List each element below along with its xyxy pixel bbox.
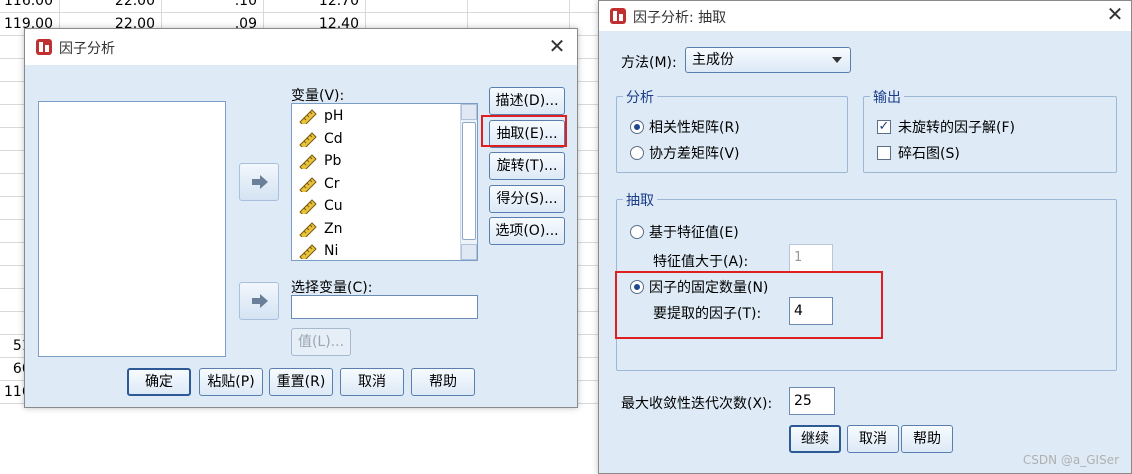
variables-scrollbar[interactable] [460,104,477,260]
move-to-variables-button[interactable] [239,163,279,201]
right-arrow-icon [252,294,268,308]
help-button[interactable]: 帮助 [901,425,953,453]
max-iterations-label: 最大收敛性迭代次数(X): [621,396,773,412]
title-bar: 因子分析: 抽取 ✕ [599,1,1131,31]
dialog-title: 因子分析 [59,41,115,57]
continue-button[interactable]: 继续 [789,425,841,453]
close-icon[interactable]: ✕ [545,35,569,59]
output-group-title: 输出 [870,87,904,107]
variable-name: Cr [324,175,340,192]
variables-label: 变量(V): [291,88,345,104]
table-cell-empty[interactable] [366,0,468,13]
help-button[interactable]: 帮助 [411,368,475,396]
title-bar: 因子分析 ✕ [25,29,577,65]
output-group: 输出 ✓ 未旋转的因子解(F) 碎石图(S) [863,87,1117,173]
scroll-up-icon[interactable] [461,104,477,120]
eigenvalue-radio[interactable] [630,225,644,239]
variables-list[interactable]: pH Cd Pb Cr Cu Zn Ni [291,103,478,261]
max-iterations-value: 25 [794,393,812,409]
cancel-button[interactable]: 取消 [847,425,899,453]
eigenvalue-threshold-field: 1 [789,244,833,272]
selection-variable-field[interactable] [291,295,478,319]
analysis-group: 分析 相关性矩阵(R) 协方差矩阵(V) [616,87,848,173]
move-to-selection-button[interactable] [239,282,279,320]
value-button: 值(L)... [291,328,351,356]
method-value: 主成份 [692,52,734,68]
factor-analysis-dialog: 因子分析 ✕ 变量(V): pH Cd Pb Cr Cu Zn Ni 选择变量(C): 值(… [24,28,578,408]
fixed-factors-highlight-box [615,271,883,339]
reset-button[interactable]: 重置(R) [269,368,333,396]
table-cell[interactable]: .10 [162,0,264,13]
scree-plot-label: 碎石图(S) [898,146,960,162]
correlation-matrix-label: 相关性矩阵(R) [649,120,740,136]
scale-ruler-icon [299,131,317,147]
variable-name: pH [324,108,344,124]
eigenvalue-threshold-label: 特征值大于(A): [653,254,749,270]
selection-variable-label: 选择变量(C): [291,280,373,296]
right-arrow-icon [252,175,268,189]
table-cell[interactable]: 116.00 [0,0,60,13]
scroll-down-icon[interactable] [461,244,477,260]
scale-ruler-icon [299,109,317,124]
extract-highlight-box [481,115,567,147]
close-icon[interactable]: ✕ [1103,3,1127,27]
variable-name: Cu [324,198,343,214]
scale-ruler-icon [299,244,317,259]
rotate-button[interactable]: 旋转(T)... [489,152,565,180]
variable-name: Zn [324,220,343,237]
spss-app-icon [610,8,626,24]
chevron-down-icon [832,57,842,63]
eigenvalue-option-label: 基于特征值(E) [649,225,739,241]
covariance-matrix-label: 协方差矩阵(V) [649,146,740,162]
max-iterations-field[interactable]: 25 [789,387,835,415]
scores-button[interactable]: 得分(S)... [489,184,565,213]
watermark: CSDN @a_GISer [1022,453,1119,467]
describe-button[interactable]: 描述(D)... [489,87,565,115]
table-cell-empty[interactable] [468,0,570,13]
variable-name: Pb [324,153,342,169]
spss-app-icon [36,39,52,55]
method-dropdown[interactable]: 主成份 [685,47,851,73]
variable-name: Cd [324,130,343,147]
method-label: 方法(M): [621,55,677,71]
correlation-matrix-radio[interactable] [630,120,644,134]
scree-plot-checkbox[interactable] [877,146,891,160]
scroll-thumb[interactable] [462,122,476,240]
extract-group-title: 抽取 [623,190,657,210]
unrotated-solution-label: 未旋转的因子解(F) [898,120,1015,136]
source-variable-list[interactable] [38,101,226,357]
table-cell[interactable]: 12.70 [264,0,366,13]
scale-ruler-icon [299,221,317,237]
unrotated-solution-checkbox[interactable]: ✓ [877,120,891,134]
extraction-dialog: 因子分析: 抽取 ✕ 方法(M): 主成份 分析 相关性矩阵(R) 协方差矩阵(… [598,0,1132,474]
scale-ruler-icon [299,199,317,214]
variable-name: Ni [324,243,339,259]
table-cell[interactable]: 22.00 [60,0,162,13]
cancel-button[interactable]: 取消 [340,368,404,396]
eigenvalue-threshold-value: 1 [794,250,803,265]
analysis-group-title: 分析 [623,87,657,107]
dialog-title: 因子分析: 抽取 [633,10,727,26]
paste-button[interactable]: 粘贴(P) [199,368,263,396]
options-button[interactable]: 选项(O)... [489,217,565,245]
ok-button[interactable]: 确定 [127,368,191,396]
scale-ruler-icon [299,176,317,192]
covariance-matrix-radio[interactable] [630,146,644,160]
scale-ruler-icon [299,154,317,169]
